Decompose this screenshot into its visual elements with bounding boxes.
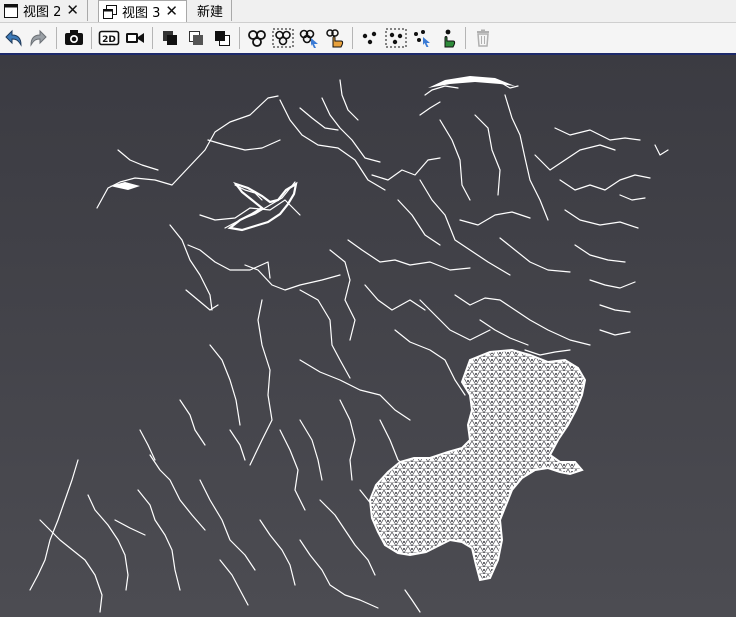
record-video-button[interactable] (123, 26, 147, 50)
toolbar-separator (56, 27, 57, 49)
river-lines (29, 77, 669, 613)
camera-icon (65, 30, 83, 45)
redo-button[interactable] (27, 26, 51, 50)
select-points-button[interactable] (358, 26, 382, 50)
2d-icon: 2D (98, 30, 120, 46)
map-viewport[interactable] (0, 55, 736, 617)
undo-button[interactable] (1, 26, 25, 50)
tab-view-2[interactable]: 视图 2 ✕ (0, 0, 88, 21)
layer-overlap-icon (189, 31, 203, 45)
tab-new[interactable]: 新建 (187, 0, 232, 21)
video-icon (126, 33, 144, 43)
pick-points-button[interactable] (410, 26, 434, 50)
close-icon[interactable]: ✕ (66, 3, 79, 18)
screenshot-button[interactable] (62, 26, 86, 50)
toolbar-separator (239, 27, 240, 49)
points-box-select-icon (385, 28, 407, 48)
tab-label: 新建 (196, 5, 223, 20)
send-back-button[interactable] (210, 26, 234, 50)
river-network-map (29, 76, 669, 613)
layer-front-icon (163, 31, 177, 45)
tab-view-3[interactable]: 视图 3 ✕ (97, 0, 187, 22)
tab-label: 视图 2 (23, 5, 62, 20)
box-select-points-button[interactable] (384, 26, 408, 50)
mesh-region (368, 348, 587, 582)
trash-icon (477, 29, 489, 47)
points-hand-icon (444, 29, 456, 48)
view-2d-button[interactable]: 2D (97, 26, 121, 50)
svg-text:2D: 2D (102, 35, 116, 45)
bring-front-button[interactable] (158, 26, 182, 50)
tab-bar: 视图 2 ✕ 视图 3 ✕ 新建 (0, 0, 736, 23)
layer-overlap-button[interactable] (184, 26, 208, 50)
toolbar-separator (352, 27, 353, 49)
layer-back-icon (215, 31, 230, 46)
points-pointer-icon (414, 30, 430, 47)
window-icon (4, 3, 18, 18)
delete-button[interactable] (471, 26, 495, 50)
box-select-circles-button[interactable] (271, 26, 295, 50)
circles-pointer-icon (299, 29, 318, 48)
toolbar-separator (152, 27, 153, 49)
restore-window-icon (102, 4, 117, 19)
pick-circles-button[interactable] (297, 26, 321, 50)
close-icon[interactable]: ✕ (165, 4, 178, 19)
toolbar-separator (465, 27, 466, 49)
lake-shape (110, 76, 515, 232)
toolbar-separator (91, 27, 92, 49)
circles-hand-icon (326, 29, 344, 48)
toolbar: 2D (0, 23, 736, 55)
points-select-icon (362, 31, 377, 45)
select-circles-button[interactable] (245, 26, 269, 50)
circles-box-select-icon (272, 28, 294, 48)
redo-icon (30, 29, 47, 47)
hand-points-button[interactable] (436, 26, 460, 50)
circles-select-icon (248, 30, 266, 47)
tab-label: 视图 3 (121, 6, 161, 21)
hand-circles-button[interactable] (323, 26, 347, 50)
undo-icon (5, 29, 22, 47)
